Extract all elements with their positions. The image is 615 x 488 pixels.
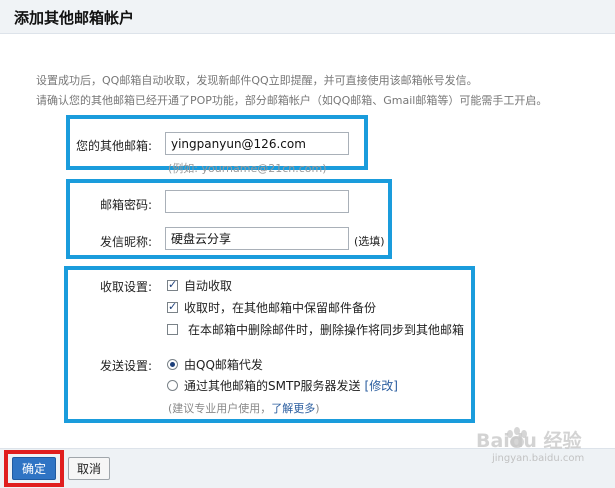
receive-settings-label: 收取设置: <box>99 280 152 294</box>
cancel-button[interactable]: 取消 <box>68 457 110 480</box>
confirm-highlight-box <box>4 450 64 487</box>
receive-option-keep-backup[interactable]: 收取时，在其他邮箱中保留邮件备份 <box>167 299 376 316</box>
learn-more-link[interactable]: 了解更多 <box>271 400 315 416</box>
intro-text: 设置成功后，QQ邮箱自动收取，发现新邮件QQ立即提醒，并可直接使用该邮箱帐号发信… <box>36 71 547 111</box>
dialog-header: 添加其他邮箱帐户 <box>0 0 615 34</box>
sync-delete-checkbox[interactable] <box>167 324 178 335</box>
email-field[interactable] <box>165 132 349 155</box>
send-settings-label: 发送设置: <box>99 359 152 373</box>
dialog-title: 添加其他邮箱帐户 <box>14 9 135 27</box>
send-option-qq[interactable]: 由QQ邮箱代发 <box>167 356 263 373</box>
send-via-smtp-radio[interactable] <box>167 380 178 391</box>
send-via-qq-radio[interactable] <box>167 359 178 370</box>
password-label: 邮箱密码: <box>99 198 152 212</box>
password-field[interactable] <box>165 190 349 213</box>
receive-option-sync-delete[interactable]: 在本邮箱中删除邮件时，删除操作将同步到其他邮箱 <box>167 321 464 338</box>
send-note-suffix: ) <box>315 401 320 415</box>
sync-delete-text: 在本邮箱中删除邮件时，删除操作将同步到其他邮箱 <box>188 323 465 337</box>
nickname-label: 发信昵称: <box>99 235 152 249</box>
intro-line-1: 设置成功后，QQ邮箱自动收取，发现新邮件QQ立即提醒，并可直接使用该邮箱帐号发信… <box>36 74 478 87</box>
send-option-smtp[interactable]: 通过其他邮箱的SMTP服务器发送 [修改] <box>167 377 398 394</box>
email-example-hint: (例如: yourname@21cn.com) <box>168 162 327 175</box>
auto-receive-checkbox[interactable] <box>167 278 178 291</box>
keep-backup-text: 收取时，在其他邮箱中保留邮件备份 <box>184 301 377 315</box>
receive-option-auto[interactable]: 自动收取 <box>167 277 232 294</box>
smtp-modify-link[interactable]: [修改] <box>365 377 398 394</box>
nickname-field[interactable] <box>165 227 349 250</box>
send-via-qq-text: 由QQ邮箱代发 <box>184 358 263 372</box>
send-note: (建议专业用户使用， 了解更多 ) <box>168 400 320 416</box>
auto-receive-text: 自动收取 <box>184 279 233 293</box>
send-note-prefix: (建议专业用户使用， <box>168 402 272 415</box>
send-via-smtp-text: 通过其他邮箱的SMTP服务器发送 <box>184 379 361 393</box>
keep-backup-checkbox[interactable] <box>167 300 178 313</box>
email-label: 您的其他邮箱: <box>75 139 152 153</box>
intro-line-2: 请确认您的其他邮箱已经开通了POP功能，部分邮箱帐户（如QQ邮箱、Gmail邮箱… <box>36 94 548 107</box>
nickname-optional-label: (选填) <box>354 235 385 248</box>
